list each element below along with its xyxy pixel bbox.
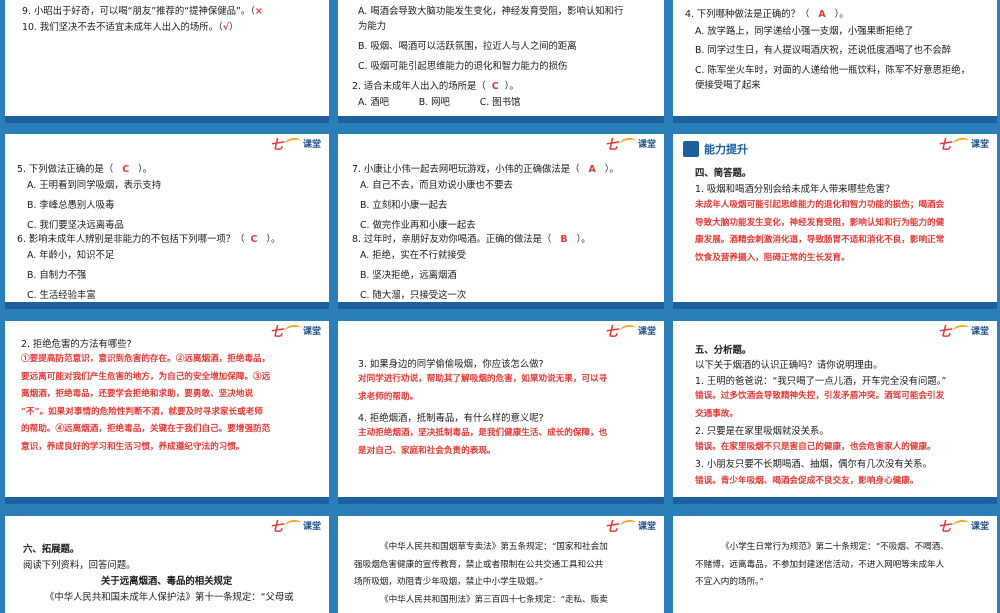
section-intro: 以下关于烟酒的认识正确吗？请你说明理由。 <box>695 360 883 371</box>
question-8: 8. 过年时，亲朋好友劝你喝酒。正确的做法是（ B ）。 <box>352 234 591 245</box>
question-3: 3. 如果身边的同学偷偷吸烟，你应该怎么做? <box>358 359 544 370</box>
slide-bottom-bar <box>673 302 997 309</box>
slide-5[interactable]: 七课堂 7. 小康让小伟一起去网吧玩游戏，小伟的正确做法是（ A ）。 A. 自… <box>338 131 664 309</box>
question-10: 10. 我们坚决不去不适宜未成年人出入的场所。（√） <box>22 22 239 33</box>
option-b: B. 立刻和小康一起去 <box>360 200 448 211</box>
slide-12[interactable]: 七课堂 《小学生日常行为规范》第二十条规定：“不吸烟、不喝酒、 不赌博，远离毒品，… <box>673 513 997 613</box>
slide-8[interactable]: 七课堂 3. 如果身边的同学偷偷吸烟，你应该怎么做? 对同学进行劝说，帮助其了解… <box>338 318 664 504</box>
question-6: 6. 影响未成年人辨别是非能力的不包括下列哪一项？（ C ）。 <box>17 234 281 245</box>
analysis-1: 1. 王明的爸爸说：“我只喝了一点儿酒，开车完全没有问题。” <box>695 376 947 387</box>
brand-logo: 七课堂 <box>269 518 321 535</box>
answer-3: 对同学进行劝说，帮助其了解吸烟的危害，如果劝说无果，可以寻 求老师的帮助。 <box>358 374 608 402</box>
law-text: 《中华人民共和国烟草专卖法》第五条规定：“国家和社会加 强吸烟危害健康的宣传教育，… <box>354 542 608 605</box>
option-a-6: A. 年龄小，知识不足 <box>27 250 115 261</box>
option-a: A. 自己不去，而且劝说小康也不要去 <box>360 180 513 191</box>
question-5: 5. 下列做法正确的是（ C ）。 <box>17 164 153 175</box>
material-text: 《中华人民共和国未成年人保护法》第十一条规定：“父母或 <box>45 592 294 603</box>
option-b: B. 吸烟、喝酒可以活跃氛围，拉近人与人之间的距离 <box>358 41 577 52</box>
option-a-8: A. 拒绝，实在不行就接受 <box>360 250 466 261</box>
slide-bottom-bar <box>5 116 329 123</box>
slide-bottom-bar <box>673 497 997 504</box>
question-7: 7. 小康让小伟一起去网吧玩游戏，小伟的正确做法是（ A ）。 <box>352 164 619 175</box>
option-b: B. 李峰总愚别人吸毒 <box>27 200 115 211</box>
slide-bottom-bar <box>338 302 664 309</box>
brand-logo: 七课堂 <box>604 518 656 535</box>
section-heading: 五、分析题。 <box>695 345 752 356</box>
brand-logo: 七课堂 <box>604 323 656 340</box>
option-b-8: B. 坚决拒绝，远离烟酒 <box>360 270 457 281</box>
brand-logo: 七课堂 <box>269 136 321 153</box>
slide-bottom-bar <box>673 116 997 123</box>
slide-9[interactable]: 七课堂 五、分析题。 以下关于烟酒的认识正确吗？请你说明理由。 1. 王明的爸爸… <box>673 318 997 504</box>
option-a: A. 喝酒会导致大脑功能发生变化，神经发育受阻，影响认知和行 <box>358 6 624 17</box>
slide-11[interactable]: 七课堂 《中华人民共和国烟草专卖法》第五条规定：“国家和社会加 强吸烟危害健康的宣… <box>338 513 664 613</box>
slide-3[interactable]: 4. 下列哪种做法是正确的？（ A ）。 A. 放学路上，同学递给小强一支烟，小… <box>673 0 997 123</box>
analysis-answer-3: 错误。青少年吸烟、喝酒会促成不良交友，影响身心健康。 <box>695 476 919 486</box>
option-c-8: C. 随大溜，只接受这一次 <box>360 290 467 301</box>
slide-2[interactable]: A. 喝酒会导致大脑功能发生变化，神经发育受阻，影响认知和行 为能力 B. 吸烟… <box>338 0 664 123</box>
brand-logo: 七课堂 <box>937 323 989 340</box>
analysis-answer-1: 错误。过多饮酒会导致精神失控，引发矛盾冲突。酒驾可能会引发 交通事故。 <box>695 391 945 419</box>
question-1: 1. 吸烟和喝酒分别会给未成年人带来哪些危害？ <box>695 184 895 195</box>
option-a-cont: 为能力 <box>358 21 387 32</box>
answer-4: 主动拒绝烟酒，坚决抵制毒品，是我们健康生活、成长的保障，也 是对自己、家庭和社会负… <box>358 428 608 456</box>
option-a: A. 放学路上，同学递给小强一支烟，小强果断拒绝了 <box>695 26 914 37</box>
option-b-6: B. 自制力不强 <box>27 270 87 281</box>
option-c: C. 陈军坐火车时，对面的人递给他一瓶饮料，陈军不好意思拒绝， <box>695 65 971 76</box>
analysis-3: 3. 小朋友只要不长期喝酒、抽烟，偶尔有几次没有关系。 <box>695 459 932 470</box>
section-intro: 阅读下列资料，回答问题。 <box>23 560 136 571</box>
section-heading: 四、简答题。 <box>695 168 752 179</box>
option-c: C. 吸烟可能引起思维能力的退化和智力能力的损伤 <box>358 61 568 72</box>
analysis-answer-2: 错误。在家里吸烟不只是害自己的健康，也会危害家人的健康。 <box>695 442 936 452</box>
answer-2: ①要提高防范意识，意识到危害的存在。②远离烟酒，拒绝毒品， 要远离可能对我们产生危… <box>21 354 271 452</box>
option-b: B. 同学过生日，有人提议喝酒庆祝，还说低度酒喝了也不会醉 <box>695 45 952 56</box>
question-2-options: A. 酒吧 B. 网吧 C. 图书馆 <box>358 97 521 108</box>
option-a: A. 王明看到同学吸烟，表示支持 <box>27 180 162 191</box>
slide-7[interactable]: 七课堂 2. 拒绝危害的方法有哪些? ①要提高防范意识，意识到危害的存在。②远离… <box>5 318 329 504</box>
brand-logo: 七课堂 <box>269 323 321 340</box>
brand-logo: 七课堂 <box>937 518 989 535</box>
section-heading: 六、拓展题。 <box>23 544 80 555</box>
slide-10[interactable]: 七课堂 六、拓展题。 阅读下列资料，回答问题。 关于远离烟酒、毒品的相关规定 《… <box>5 513 329 613</box>
answer-1: 未成年人吸烟可能引起思维能力的退化和智力功能的损伤；喝酒会 导致大脑功能发生变化，… <box>695 200 945 263</box>
question-9: 9. 小昭出于好奇，可以喝“朋友”推荐的“提神保健品”。（× <box>22 6 263 17</box>
question-4: 4. 下列哪种做法是正确的？（ A ）。 <box>685 9 849 20</box>
material-title: 关于远离烟酒、毒品的相关规定 <box>101 576 233 587</box>
slide-bottom-bar <box>5 497 329 504</box>
option-c: C. 我们要坚决远离毒品 <box>27 220 124 231</box>
option-c: C. 做完作业再和小康一起去 <box>360 220 476 231</box>
slide-bottom-bar <box>338 497 664 504</box>
slide-grid: 9. 小昭出于好奇，可以喝“朋友”推荐的“提神保健品”。（× 10. 我们坚决不… <box>0 0 1000 613</box>
section-tag: 能力提升 <box>683 141 748 157</box>
brand-logo: 七课堂 <box>937 136 989 153</box>
slide-6[interactable]: 七课堂 能力提升 四、简答题。 1. 吸烟和喝酒分别会给未成年人带来哪些危害？ … <box>673 131 997 309</box>
slide-1[interactable]: 9. 小昭出于好奇，可以喝“朋友”推荐的“提神保健品”。（× 10. 我们坚决不… <box>5 0 329 123</box>
slide-bottom-bar <box>5 302 329 309</box>
section-tag-icon <box>683 141 699 157</box>
brand-logo: 七课堂 <box>604 136 656 153</box>
slide-4[interactable]: 七课堂 5. 下列做法正确的是（ C ）。 A. 王明看到同学吸烟，表示支持 B… <box>5 131 329 309</box>
option-c-6: C. 生活经验丰富 <box>27 290 96 301</box>
analysis-2: 2. 只要是在家里吸烟就没关系。 <box>695 426 829 437</box>
option-c-cont: 便接受喝了起来 <box>695 80 761 91</box>
slide-bottom-bar <box>338 116 664 123</box>
question-2: 2. 适合未成年人出入的场所是（ C ）。 <box>352 81 519 92</box>
question-4: 4. 拒绝烟酒，抵制毒品，有什么样的意义呢? <box>358 413 544 424</box>
question-2: 2. 拒绝危害的方法有哪些? <box>21 339 132 350</box>
regulation-text: 《小学生日常行为规范》第二十条规定：“不吸烟、不喝酒、 不赌博，远离毒品，不参加封… <box>695 542 949 587</box>
